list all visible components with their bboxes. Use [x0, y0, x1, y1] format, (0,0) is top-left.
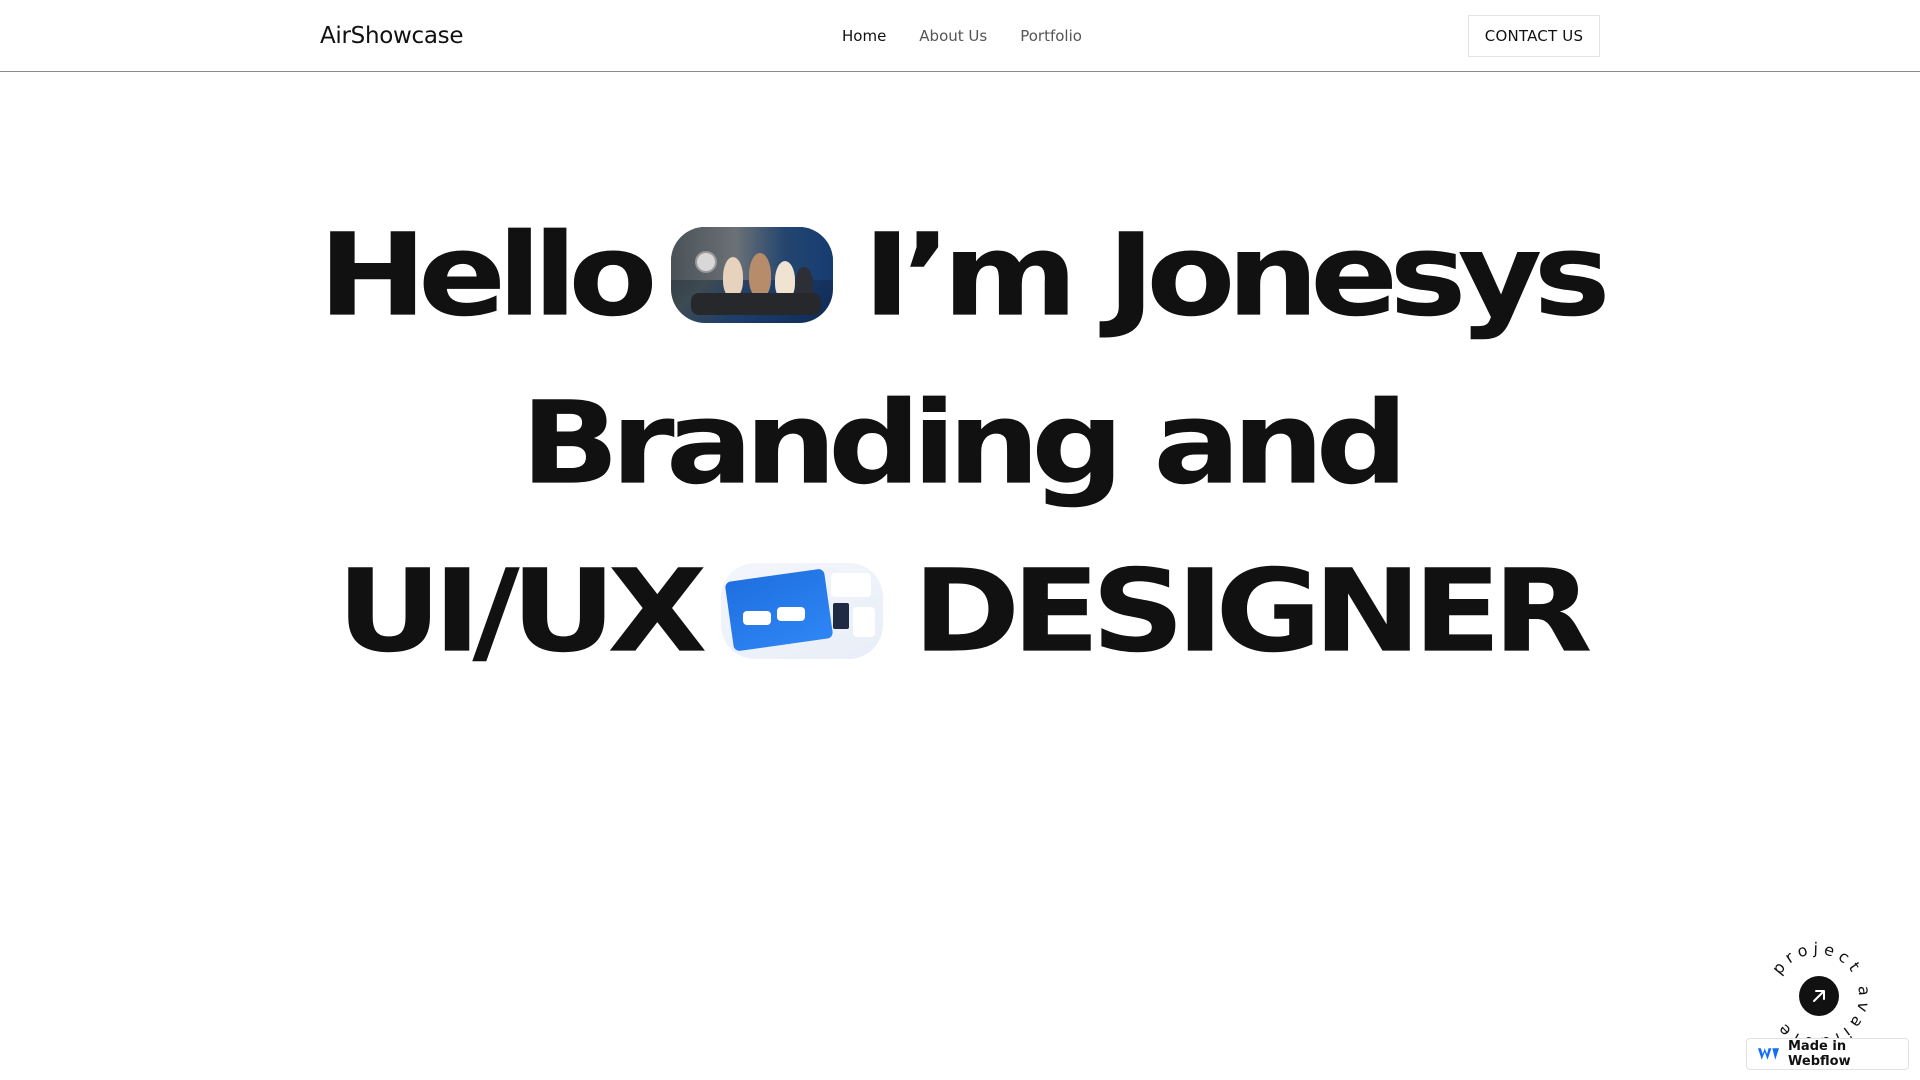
nav-link-home[interactable]: Home: [842, 27, 886, 45]
hero-word-hello: Hello: [318, 208, 657, 342]
nav-link-about-us[interactable]: About Us: [919, 27, 987, 45]
hero-word-branding: Branding: [520, 376, 1124, 510]
hero-line-2: Branding and: [0, 368, 1920, 518]
arrow-up-right-icon[interactable]: [1799, 976, 1839, 1016]
made-in-webflow-badge[interactable]: Made in Webflow: [1746, 1038, 1909, 1070]
navbar: AirShowcase Home About Us Portfolio CONT…: [0, 0, 1920, 72]
ui-design-thumbnail: [720, 563, 883, 659]
hero-line-3: UI/UX DESIGNER: [0, 536, 1920, 686]
hero-word-designer: DESIGNER: [912, 544, 1593, 678]
contact-us-button[interactable]: CONTACT US: [1468, 15, 1600, 57]
hero-word-uiux: UI/UX: [336, 544, 707, 678]
webflow-logo-icon: [1757, 1048, 1780, 1060]
hero-word-and: and: [1153, 376, 1408, 510]
hero-word-im: I’m: [862, 208, 1078, 342]
team-photo: [670, 227, 833, 323]
nav-links: Home About Us Portfolio: [842, 27, 1082, 45]
hero-line-1: Hello I’m Jonesys: [0, 200, 1920, 350]
nav-link-portfolio[interactable]: Portfolio: [1020, 27, 1082, 45]
webflow-badge-label: Made in Webflow: [1788, 1039, 1851, 1069]
brand-logo[interactable]: AirShowcase: [320, 23, 464, 49]
hero-word-name: Jonesys: [1106, 208, 1611, 342]
